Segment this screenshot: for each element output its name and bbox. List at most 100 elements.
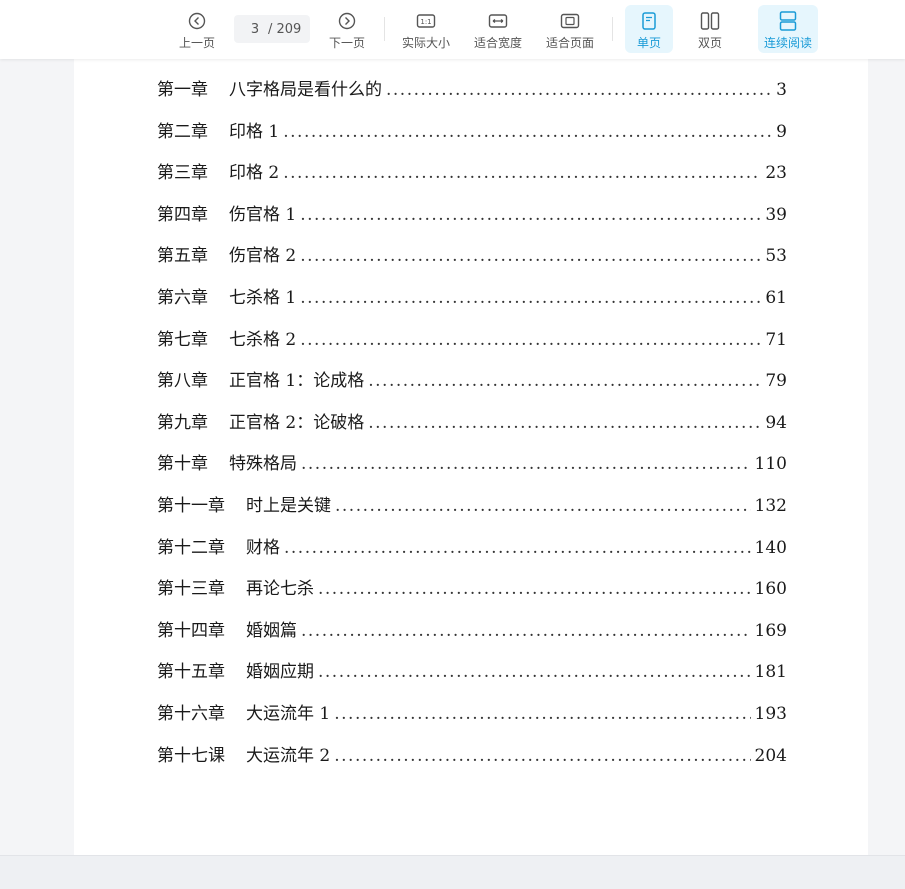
viewer-toolbar: 上一页 / 209 下一页 1:1 实际大小 适合宽度 [0, 0, 905, 59]
single-page-button[interactable]: 单页 [625, 5, 673, 53]
toc-page-number: 140 [754, 537, 787, 558]
toc-chapter-title: 印格 1 [229, 121, 280, 142]
double-page-button[interactable]: 双页 [686, 5, 734, 53]
toc-entry[interactable]: 第十一章时上是关键 132 [157, 492, 787, 534]
toc-dot-leader [300, 201, 761, 229]
toc-dot-leader [283, 159, 761, 187]
toc-dot-leader [301, 450, 751, 478]
toc-entry[interactable]: 第四章伤官格 1 39 [157, 201, 787, 243]
next-page-button[interactable]: 下一页 [328, 5, 366, 53]
continuous-reading-button[interactable]: 连续阅读 [758, 5, 818, 53]
toc-dot-leader [300, 242, 761, 270]
toc-chapter-title: 大运流年 1 [246, 703, 331, 724]
toc-page-number: 9 [776, 121, 787, 142]
toc-dot-leader [318, 575, 751, 603]
toc-page-number: 193 [754, 703, 787, 724]
toc-chapter-number: 第十二章 [157, 537, 225, 558]
toc-chapter-number: 第五章 [157, 246, 208, 267]
actual-size-button[interactable]: 1:1 实际大小 [400, 5, 452, 53]
toc-chapter-number: 第十六章 [157, 703, 225, 724]
toc-dot-leader [368, 409, 761, 437]
toc-chapter-number: 第八章 [157, 371, 208, 392]
toc-chapter-number: 第十四章 [157, 620, 225, 641]
toc-entry[interactable]: 第十章特殊格局 110 [157, 450, 787, 492]
prev-page-label: 上一页 [178, 36, 215, 50]
toc-chapter-title: 再论七杀 [246, 579, 314, 600]
toc-entry[interactable]: 第十五章婚姻应期 181 [157, 658, 787, 700]
chevron-right-circle-icon [335, 9, 359, 33]
toc-entry[interactable]: 第一章 八字格局是看什么的 3 [157, 76, 787, 118]
fit-width-label: 适合宽度 [473, 36, 522, 50]
continuous-reading-icon [776, 9, 800, 33]
double-page-icon [698, 9, 722, 33]
toc-page-number: 3 [776, 80, 787, 100]
toc-page-number: 132 [754, 495, 787, 516]
fit-width-button[interactable]: 适合宽度 [472, 5, 524, 53]
toc-chapter-title: 财格 [246, 537, 280, 558]
toc-entry[interactable]: 第十三章再论七杀 160 [157, 575, 787, 617]
toc-page-number: 39 [765, 204, 787, 225]
toc-dot-leader [300, 284, 761, 312]
toc-page-number: 110 [754, 454, 787, 475]
toc-page-number: 94 [765, 412, 787, 433]
bottom-status-bar [0, 855, 905, 889]
toc-dot-leader [318, 658, 751, 686]
fit-page-label: 适合页面 [545, 36, 594, 50]
toc-chapter-title: 婚姻应期 [246, 662, 314, 683]
next-page-label: 下一页 [328, 36, 365, 50]
toc-chapter-title: 伤官格 2 [229, 246, 297, 267]
actual-size-icon: 1:1 [414, 9, 438, 33]
toc-entry[interactable]: 第十六章大运流年 1 193 [157, 700, 787, 742]
toc-entry[interactable]: 第十二章财格 140 [157, 534, 787, 576]
toc-entry[interactable]: 第五章伤官格 2 53 [157, 242, 787, 284]
toc-page-number: 61 [765, 287, 787, 308]
toc-page-number: 181 [754, 662, 787, 683]
toc-chapter-title: 时上是关键 [246, 495, 331, 516]
single-page-label: 单页 [636, 36, 661, 50]
toc-page-number: 79 [765, 371, 787, 392]
svg-text:1:1: 1:1 [420, 18, 431, 26]
toc-entry[interactable]: 第八章正官格 1：论成格 79 [157, 367, 787, 409]
toc-dot-leader [283, 118, 772, 146]
toc-page-number: 169 [754, 620, 787, 641]
toc-chapter-number: 第十五章 [157, 662, 225, 683]
actual-size-label: 实际大小 [401, 36, 450, 50]
toc-entry[interactable]: 第十七课大运流年 2 204 [157, 742, 787, 784]
toc-chapter-number: 第六章 [157, 287, 208, 308]
toc-chapter-title: 印格 2 [229, 163, 280, 184]
toc-entry[interactable]: 第九章正官格 2：论破格 94 [157, 409, 787, 451]
toc-entry[interactable]: 第二章印格 1 9 [157, 118, 787, 160]
toolbar-divider [612, 17, 613, 41]
toc-chapter-title: 伤官格 1 [229, 204, 297, 225]
toc-page-number: 71 [765, 329, 787, 350]
toc-entry[interactable]: 第三章印格 2 23 [157, 159, 787, 201]
page-number-box: / 209 [234, 15, 310, 43]
toc-chapter-number: 第二章 [157, 121, 208, 142]
toc-dot-leader [334, 742, 750, 770]
toc-chapter-number: 第七章 [157, 329, 208, 350]
toc-chapter-title: 婚姻篇 [246, 620, 297, 641]
toc-page-number: 23 [765, 163, 787, 184]
toc-chapter-number: 第十三章 [157, 579, 225, 600]
toc-chapter-title: 七杀格 2 [229, 329, 297, 350]
toc-chapter-number: 第四章 [157, 204, 208, 225]
double-page-label: 双页 [697, 36, 722, 50]
fit-page-icon [558, 9, 582, 33]
prev-page-button[interactable]: 上一页 [178, 5, 216, 53]
toc-chapter-title: 正官格 2：论破格 [229, 412, 365, 433]
document-page[interactable]: 第一章 八字格局是看什么的 3 第二章印格 1 9 第三章印格 2 23 第四章伤官格 1 39… [74, 0, 868, 855]
continuous-reading-label: 连续阅读 [763, 36, 812, 50]
current-page-input[interactable] [242, 21, 268, 37]
toc-entry[interactable]: 第六章七杀格 1 61 [157, 284, 787, 326]
toc-chapter-number: 第九章 [157, 412, 208, 433]
toc-dot-leader [335, 492, 751, 520]
toc-chapter-title: 七杀格 1 [229, 287, 297, 308]
toc-chapter-number: 第十章 [157, 454, 208, 475]
toc-entry[interactable]: 第七章七杀格 2 71 [157, 326, 787, 368]
toolbar-divider [384, 17, 385, 41]
fit-page-button[interactable]: 适合页面 [544, 5, 596, 53]
toc-entry[interactable]: 第十四章婚姻篇 169 [157, 617, 787, 659]
toc-dot-leader [368, 367, 761, 395]
toc-chapter-title: 特殊格局 [229, 454, 297, 475]
total-pages-label: / 209 [268, 21, 302, 37]
